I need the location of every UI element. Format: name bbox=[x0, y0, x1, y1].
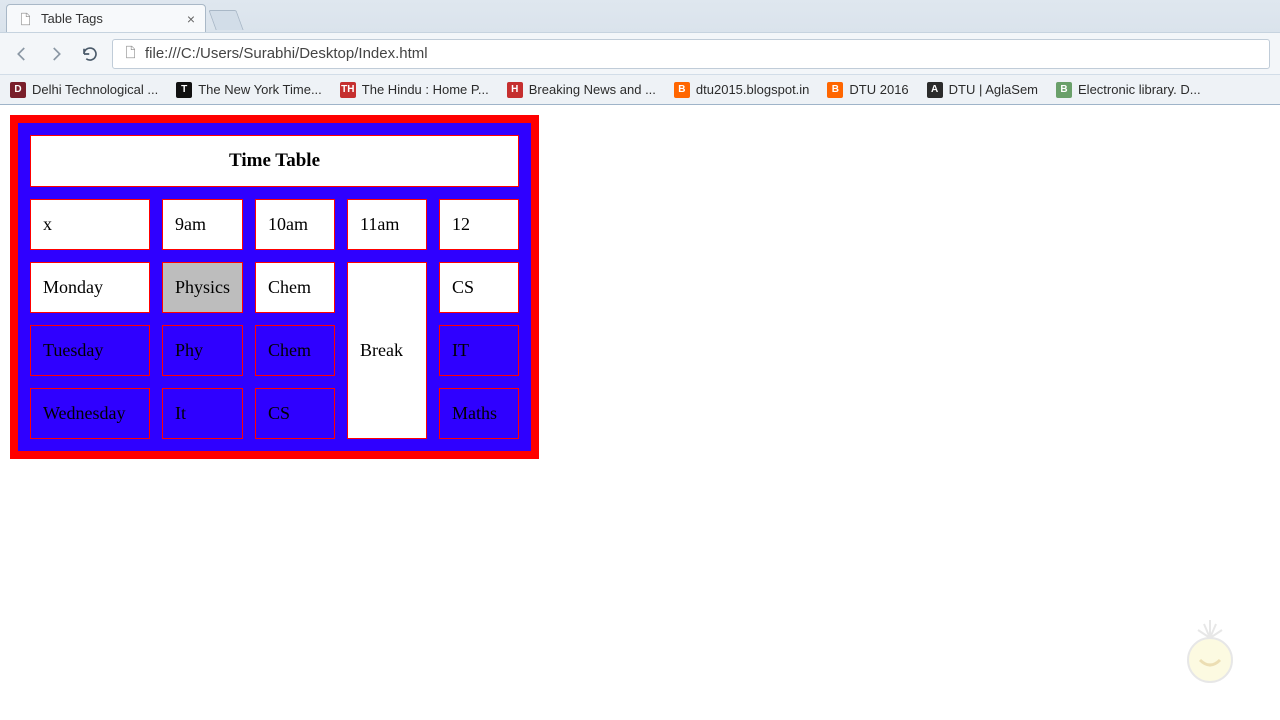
table-header-row: x 9am 10am 11am 12 bbox=[30, 199, 519, 250]
col-x: x bbox=[30, 199, 150, 250]
subject-cell[interactable]: Physics bbox=[162, 262, 243, 313]
bookmark-label: DTU | AglaSem bbox=[949, 82, 1038, 97]
bookmark-item[interactable]: TH The Hindu : Home P... bbox=[340, 82, 489, 98]
browser-chrome: Table Tags × file:///C:/Users/Surabhi/De… bbox=[0, 0, 1280, 105]
subject-cell: Phy bbox=[162, 325, 243, 376]
bookmark-item[interactable]: Bdtu2015.blogspot.in bbox=[674, 82, 809, 98]
tab-title: Table Tags bbox=[41, 11, 103, 26]
table-caption: Time Table bbox=[30, 135, 519, 187]
bookmark-item[interactable]: B DTU 2016 bbox=[827, 82, 908, 98]
back-button[interactable] bbox=[10, 42, 34, 66]
toolbar: file:///C:/Users/Surabhi/Desktop/Index.h… bbox=[0, 32, 1280, 74]
url-text: file:///C:/Users/Surabhi/Desktop/Index.h… bbox=[145, 45, 428, 62]
day-cell: Wednesday bbox=[30, 388, 150, 439]
bookmark-icon: B bbox=[827, 82, 843, 98]
bookmark-label: Delhi Technological ... bbox=[32, 82, 158, 97]
new-tab-button[interactable] bbox=[208, 10, 243, 30]
bookmark-label: The Hindu : Home P... bbox=[362, 82, 489, 97]
table-row: Wednesday It CS Maths bbox=[30, 388, 519, 439]
bookmark-icon: D bbox=[10, 82, 26, 98]
subject-cell: Chem bbox=[255, 325, 335, 376]
subject-cell: CS bbox=[439, 262, 519, 313]
subject-cell: It bbox=[162, 388, 243, 439]
bookmark-item[interactable]: H Breaking News and ... bbox=[507, 82, 656, 98]
subject-cell: CS bbox=[255, 388, 335, 439]
address-bar[interactable]: file:///C:/Users/Surabhi/Desktop/Index.h… bbox=[112, 39, 1270, 69]
break-cell: Break bbox=[347, 262, 427, 439]
day-cell: Tuesday bbox=[30, 325, 150, 376]
table-row: Tuesday Phy Chem IT bbox=[30, 325, 519, 376]
bookmark-item[interactable]: A DTU | AglaSem bbox=[927, 82, 1038, 98]
forward-button[interactable] bbox=[44, 42, 68, 66]
reload-button[interactable] bbox=[78, 42, 102, 66]
page-icon bbox=[17, 11, 33, 27]
bookmark-icon: B bbox=[674, 82, 690, 98]
page-body: Time Table x 9am 10am 11am 12 Monday Phy… bbox=[0, 105, 1280, 469]
bookmarks-bar: D Delhi Technological ... T The New York Ti… bbox=[0, 74, 1280, 104]
col-11am: 11am bbox=[347, 199, 427, 250]
subject-cell: IT bbox=[439, 325, 519, 376]
col-9am: 9am bbox=[162, 199, 243, 250]
bookmark-label: Electronic library. D... bbox=[1078, 82, 1201, 97]
col-12: 12 bbox=[439, 199, 519, 250]
close-icon[interactable]: × bbox=[187, 11, 195, 27]
bookmark-icon: B bbox=[1056, 82, 1072, 98]
col-10am: 10am bbox=[255, 199, 335, 250]
time-table: Time Table x 9am 10am 11am 12 Monday Phy… bbox=[10, 115, 539, 459]
tab-bar: Table Tags × bbox=[0, 0, 1280, 32]
watermark-logo bbox=[1160, 600, 1260, 700]
page-icon bbox=[123, 45, 137, 63]
bookmark-label: The New York Time... bbox=[198, 82, 322, 97]
subject-cell: Maths bbox=[439, 388, 519, 439]
bookmark-item[interactable]: D Delhi Technological ... bbox=[10, 82, 158, 98]
bookmark-icon: T bbox=[176, 82, 192, 98]
bookmark-label: DTU 2016 bbox=[849, 82, 908, 97]
bookmark-icon: H bbox=[507, 82, 523, 98]
bookmark-item[interactable]: T The New York Time... bbox=[176, 82, 322, 98]
bookmark-icon: A bbox=[927, 82, 943, 98]
bookmark-label: Breaking News and ... bbox=[529, 82, 656, 97]
bookmark-item[interactable]: B Electronic library. D... bbox=[1056, 82, 1201, 98]
day-cell: Monday bbox=[30, 262, 150, 313]
bookmark-label: dtu2015.blogspot.in bbox=[696, 82, 809, 97]
subject-cell: Chem bbox=[255, 262, 335, 313]
browser-tab[interactable]: Table Tags × bbox=[6, 4, 206, 32]
bookmark-icon: TH bbox=[340, 82, 356, 98]
table-row: Monday Physics Chem Break CS bbox=[30, 262, 519, 313]
